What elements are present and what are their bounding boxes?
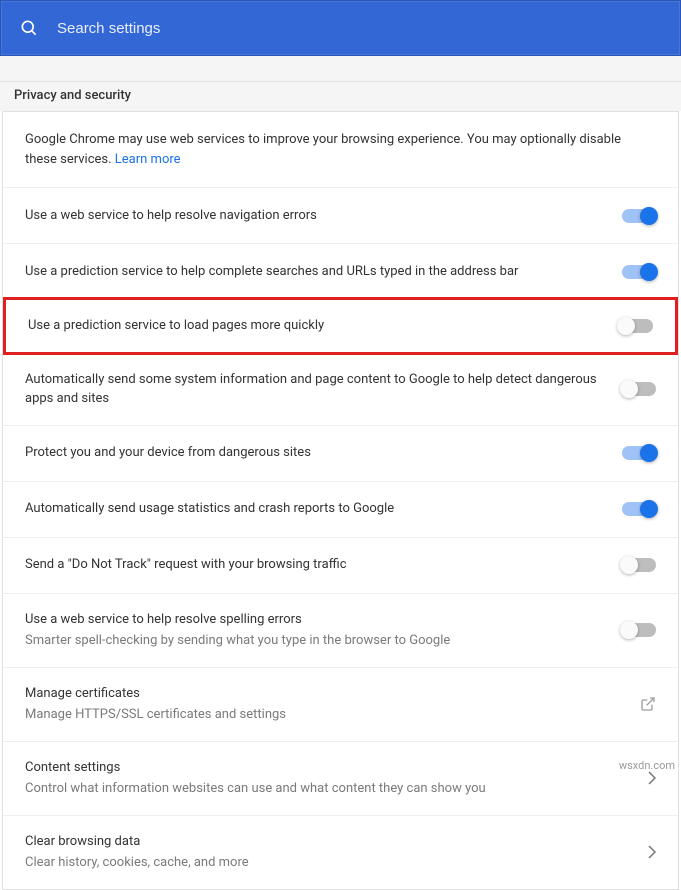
- settings-card: Google Chrome may use web services to im…: [2, 111, 679, 890]
- toggle-knob: [640, 444, 658, 462]
- chevron-right-icon: [648, 771, 656, 785]
- toggle-knob: [640, 207, 658, 225]
- setting-text: Protect you and your device from dangero…: [25, 443, 622, 463]
- setting-label: Use a prediction service to load pages m…: [28, 316, 599, 336]
- spacer: [0, 56, 681, 82]
- intro-text: Google Chrome may use web services to im…: [3, 112, 678, 187]
- setting-row: Use a web service to help resolve naviga…: [3, 187, 678, 243]
- setting-label: Content settings: [25, 758, 628, 778]
- section-title: Privacy and security: [0, 82, 681, 111]
- setting-text: Manage certificatesManage HTTPS/SSL cert…: [25, 684, 640, 725]
- setting-row: Automatically send some system informati…: [3, 353, 678, 425]
- search-input[interactable]: [57, 20, 457, 37]
- toggle-knob: [620, 556, 638, 574]
- setting-row: Protect you and your device from dangero…: [3, 425, 678, 481]
- setting-text: Use a prediction service to load pages m…: [28, 316, 619, 336]
- toggle-switch[interactable]: [622, 623, 656, 637]
- setting-text: Content settingsControl what information…: [25, 758, 648, 799]
- setting-label: Send a "Do Not Track" request with your …: [25, 555, 602, 575]
- setting-text: Use a prediction service to help complet…: [25, 262, 622, 282]
- setting-text: Send a "Do Not Track" request with your …: [25, 555, 622, 575]
- setting-sublabel: Control what information websites can us…: [25, 779, 628, 799]
- setting-text: Automatically send usage statistics and …: [25, 499, 622, 519]
- setting-label: Use a web service to help resolve spelli…: [25, 610, 602, 630]
- setting-text: Automatically send some system informati…: [25, 370, 622, 409]
- setting-label: Protect you and your device from dangero…: [25, 443, 602, 463]
- setting-text: Use a web service to help resolve naviga…: [25, 206, 622, 226]
- setting-row: Send a "Do Not Track" request with your …: [3, 537, 678, 593]
- setting-text: Use a web service to help resolve spelli…: [25, 610, 622, 651]
- toggle-switch[interactable]: [622, 446, 656, 460]
- setting-row[interactable]: Clear browsing dataClear history, cookie…: [3, 815, 678, 889]
- setting-label: Automatically send some system informati…: [25, 370, 602, 409]
- toggle-switch[interactable]: [622, 558, 656, 572]
- setting-row: Automatically send usage statistics and …: [3, 481, 678, 537]
- setting-label: Use a prediction service to help complet…: [25, 262, 602, 282]
- setting-sublabel: Smarter spell-checking by sending what y…: [25, 631, 602, 651]
- toggle-knob: [620, 621, 638, 639]
- setting-label: Manage certificates: [25, 684, 620, 704]
- setting-label: Use a web service to help resolve naviga…: [25, 206, 602, 226]
- header-bar: [0, 0, 681, 56]
- toggle-knob: [620, 380, 638, 398]
- setting-label: Automatically send usage statistics and …: [25, 499, 602, 519]
- setting-sublabel: Manage HTTPS/SSL certificates and settin…: [25, 705, 620, 725]
- setting-row: Use a prediction service to help complet…: [3, 243, 678, 299]
- toggle-switch[interactable]: [622, 265, 656, 279]
- setting-label: Clear browsing data: [25, 832, 628, 852]
- external-link-icon: [640, 696, 656, 712]
- setting-sublabel: Clear history, cookies, cache, and more: [25, 853, 628, 873]
- learn-more-link[interactable]: Learn more: [115, 152, 181, 167]
- setting-text: Clear browsing dataClear history, cookie…: [25, 832, 648, 873]
- toggle-knob: [640, 263, 658, 281]
- toggle-switch[interactable]: [622, 382, 656, 396]
- search-icon: [19, 18, 39, 38]
- toggle-switch[interactable]: [619, 319, 653, 333]
- toggle-knob: [617, 317, 635, 335]
- toggle-switch[interactable]: [622, 502, 656, 516]
- chevron-right-icon: [648, 845, 656, 859]
- watermark: wsxdn.com: [619, 759, 675, 772]
- setting-row: Use a web service to help resolve spelli…: [3, 593, 678, 667]
- setting-row[interactable]: Manage certificatesManage HTTPS/SSL cert…: [3, 667, 678, 741]
- setting-row: Use a prediction service to load pages m…: [3, 297, 678, 355]
- toggle-knob: [640, 500, 658, 518]
- toggle-switch[interactable]: [622, 209, 656, 223]
